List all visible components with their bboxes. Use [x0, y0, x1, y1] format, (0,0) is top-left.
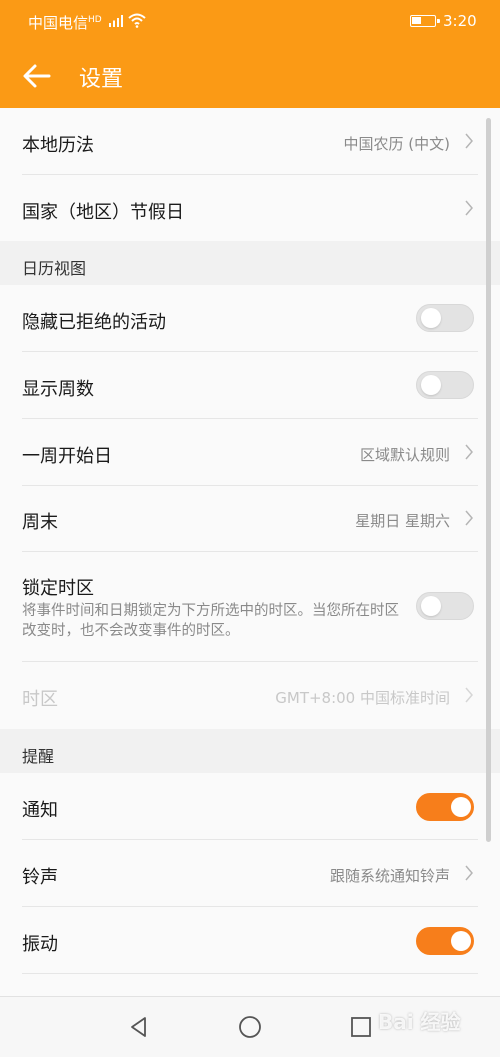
row-label: 本地历法 [22, 135, 94, 156]
row-label: 铃声 [22, 867, 58, 888]
row-value: 跟随系统通知铃声 [329, 867, 450, 885]
toggle-knob [421, 308, 441, 328]
chevron-right-icon [465, 510, 473, 526]
row-label: 锁定时区 [22, 578, 94, 599]
chevron-right-icon [465, 133, 473, 149]
row-label: 隐藏已拒绝的活动 [22, 312, 166, 333]
chevron-right-icon [465, 865, 473, 881]
battery-icon [410, 15, 440, 27]
section-header-reminders: 提醒 [0, 729, 500, 773]
scrollbar[interactable] [486, 118, 491, 842]
row-value: 星期日 星期六 [355, 512, 450, 530]
divider [22, 973, 478, 974]
row-label: 一周开始日 [22, 446, 112, 467]
clock: 3:20 [443, 12, 477, 30]
notification-toggle[interactable] [416, 793, 474, 821]
toggle-knob [451, 797, 471, 817]
row-label: 显示周数 [22, 379, 94, 400]
signal-icon [109, 15, 123, 27]
chevron-right-icon [465, 687, 473, 703]
ringtone-row[interactable]: 铃声 跟随系统通知铃声 [0, 840, 500, 906]
back-triangle-icon[interactable] [126, 1014, 152, 1040]
notification-row[interactable]: 通知 [0, 773, 500, 839]
hide-declined-row[interactable]: 隐藏已拒绝的活动 [0, 285, 500, 351]
holidays-row[interactable]: 国家（地区）节假日 [0, 175, 500, 241]
vibration-toggle[interactable] [416, 927, 474, 955]
chevron-right-icon [465, 444, 473, 460]
section-header-calendar-view: 日历视图 [0, 241, 500, 285]
status-bar: 中国电信HD 3:20 [0, 0, 500, 42]
hide-declined-toggle[interactable] [416, 304, 474, 332]
arrow-left-icon[interactable] [16, 56, 56, 96]
row-description: 将事件时间和日期锁定为下方所选中的时区。当您所在时区改变时，也不会改变事件的时区… [22, 603, 399, 639]
week-start-row[interactable]: 一周开始日 区域默认规则 [0, 419, 500, 485]
chevron-right-icon [465, 200, 473, 216]
carrier-label: 中国电信HD [28, 14, 102, 32]
section-title: 提醒 [22, 747, 55, 766]
toggle-knob [451, 931, 471, 951]
page-title: 设置 [79, 67, 124, 92]
show-week-numbers-row[interactable]: 显示周数 [0, 352, 500, 418]
row-label: 时区 [22, 689, 58, 710]
toggle-knob [421, 596, 441, 616]
row-value: 中国农历 (中文) [343, 135, 450, 153]
row-value: GMT+8:00 中国标准时间 [275, 689, 450, 707]
row-label: 国家（地区）节假日 [22, 202, 184, 223]
local-calendar-row[interactable]: 本地历法 中国农历 (中文) [0, 108, 500, 174]
row-label: 周末 [22, 512, 58, 533]
weekend-row[interactable]: 周末 星期日 星期六 [0, 486, 500, 552]
row-value: 区域默认规则 [359, 446, 450, 464]
row-label: 通知 [22, 800, 58, 821]
vibration-row[interactable]: 振动 [0, 907, 500, 973]
week-numbers-toggle[interactable] [416, 371, 474, 399]
settings-list[interactable]: 本地历法 中国农历 (中文) 国家（地区）节假日 日历视图 隐藏已拒绝的活动 显… [0, 108, 500, 996]
lock-timezone-row[interactable]: 锁定时区 将事件时间和日期锁定为下方所选中的时区。当您所在时区改变时，也不会改变… [0, 552, 500, 661]
row-label: 振动 [22, 934, 58, 955]
toggle-knob [421, 375, 441, 395]
watermark-logo: Bai 经验 [378, 1010, 461, 1034]
home-circle-icon[interactable] [237, 1014, 263, 1040]
wifi-icon [128, 13, 146, 28]
app-bar: 设置 [0, 42, 500, 108]
lock-timezone-toggle[interactable] [416, 592, 474, 620]
timezone-row: 时区 GMT+8:00 中国标准时间 [0, 662, 500, 729]
top-app-bar: 中国电信HD 3:20 设置 [0, 0, 500, 108]
recents-square-icon[interactable] [348, 1014, 374, 1040]
section-title: 日历视图 [22, 259, 87, 278]
